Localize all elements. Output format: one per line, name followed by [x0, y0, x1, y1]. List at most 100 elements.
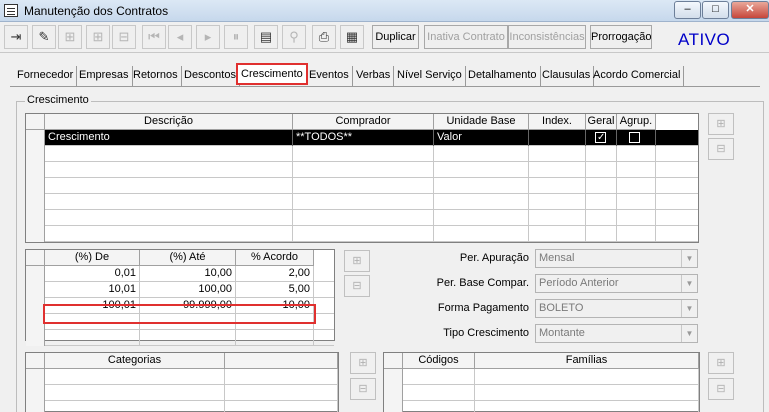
table-row[interactable] — [26, 369, 338, 385]
table-row[interactable] — [384, 369, 699, 385]
per-apuracao-select[interactable]: Mensal ▼ — [535, 249, 698, 268]
grid-delete-button[interactable]: ⊟ — [708, 138, 734, 160]
table-row[interactable] — [384, 385, 699, 401]
table-cell[interactable] — [617, 226, 656, 242]
table-cell[interactable] — [586, 226, 617, 242]
categorias-grid[interactable]: Categorias — [25, 352, 339, 412]
range-insert-button[interactable]: ⊞ — [344, 250, 370, 272]
table-cell[interactable] — [45, 210, 293, 226]
table-cell[interactable] — [586, 178, 617, 194]
table-cell[interactable] — [586, 130, 617, 146]
categorias-insert-button[interactable]: ⊞ — [350, 352, 376, 374]
first-record-icon[interactable]: ⏮ — [142, 25, 166, 49]
table-row[interactable]: Crescimento **TODOS** Valor — [26, 130, 698, 146]
table-cell[interactable]: 10,00 — [140, 266, 236, 282]
table-cell[interactable] — [45, 330, 140, 346]
row-indicator[interactable] — [26, 385, 45, 401]
table-cell[interactable] — [475, 401, 699, 412]
duplicar-button[interactable]: Duplicar — [372, 25, 419, 49]
chevron-down-icon[interactable]: ▼ — [681, 250, 697, 267]
prorrogacao-button[interactable]: Prorrogação — [590, 25, 652, 49]
row-indicator[interactable] — [26, 226, 45, 242]
table-cell[interactable] — [225, 401, 338, 412]
tab-crescimento[interactable]: Crescimento — [236, 63, 308, 85]
calendar-icon[interactable]: ▦ — [340, 25, 364, 49]
edit-icon[interactable]: ✎ — [32, 25, 56, 49]
table-cell[interactable] — [293, 210, 434, 226]
column-header[interactable]: Categorias — [45, 353, 225, 369]
table-cell[interactable] — [293, 146, 434, 162]
crescimento-grid[interactable]: Descrição Comprador Unidade Base Index. Gera… — [25, 113, 699, 243]
table-cell[interactable] — [403, 385, 475, 401]
table-cell[interactable] — [45, 194, 293, 210]
chevron-down-icon[interactable]: ▼ — [681, 300, 697, 317]
table-cell[interactable]: 0,01 — [45, 266, 140, 282]
table-cell[interactable] — [434, 194, 529, 210]
table-cell[interactable] — [617, 178, 656, 194]
prev-record-icon[interactable]: ◂ — [168, 25, 192, 49]
table-cell[interactable]: Crescimento — [45, 130, 293, 146]
table-cell[interactable] — [45, 146, 293, 162]
column-header[interactable] — [225, 353, 338, 369]
table-row[interactable] — [26, 385, 338, 401]
inativa-contrato-button[interactable]: Inativa Contrato — [424, 25, 508, 49]
row-indicator[interactable] — [26, 369, 45, 385]
row-indicator[interactable] — [26, 130, 45, 146]
row-indicator[interactable] — [26, 401, 45, 412]
table-cell[interactable] — [586, 162, 617, 178]
range-delete-button[interactable]: ⊟ — [344, 275, 370, 297]
table-cell[interactable] — [140, 330, 236, 346]
table-cell[interactable] — [403, 369, 475, 385]
column-header[interactable]: Unidade Base — [434, 114, 529, 130]
column-header[interactable]: Geral — [586, 114, 617, 130]
row-indicator[interactable] — [26, 210, 45, 226]
table-cell[interactable] — [529, 130, 586, 146]
per-base-compar-select[interactable]: Período Anterior ▼ — [535, 274, 698, 293]
list-icon[interactable]: ▤ — [254, 25, 278, 49]
table-cell[interactable] — [45, 401, 225, 412]
row-indicator[interactable] — [26, 282, 45, 298]
row-indicator[interactable] — [26, 178, 45, 194]
close-button[interactable]: ✕ — [731, 1, 769, 19]
range-grid[interactable]: (%) De (%) Até% Acordo 0,01 10,00 2,00 10,01 1… — [25, 249, 335, 346]
tab-acordo-comercial[interactable]: Acordo Comercial — [590, 66, 685, 86]
table-cell[interactable] — [475, 369, 699, 385]
row-indicator[interactable] — [26, 194, 45, 210]
table-row[interactable] — [26, 226, 698, 242]
table-cell[interactable]: Valor — [434, 130, 529, 146]
table-cell[interactable] — [45, 226, 293, 242]
table-cell[interactable] — [529, 162, 586, 178]
table-cell[interactable]: 100,00 — [140, 282, 236, 298]
row-indicator[interactable] — [26, 330, 45, 346]
table-cell[interactable] — [293, 194, 434, 210]
tab-nivel-servico[interactable]: Nível Serviço — [394, 66, 466, 86]
row-indicator[interactable] — [384, 401, 403, 412]
maximize-button[interactable]: □ — [702, 1, 729, 19]
next-record-icon[interactable]: ▸ — [196, 25, 220, 49]
table-cell[interactable] — [293, 162, 434, 178]
table-cell[interactable]: 2,00 — [236, 266, 314, 282]
table-cell[interactable] — [475, 385, 699, 401]
table-cell[interactable] — [45, 162, 293, 178]
table-cell[interactable] — [529, 226, 586, 242]
minimize-button[interactable]: – — [674, 1, 701, 19]
table-cell[interactable] — [434, 226, 529, 242]
table-row[interactable] — [26, 194, 698, 210]
table-cell[interactable] — [617, 130, 656, 146]
tab-empresas[interactable]: Empresas — [76, 66, 133, 86]
insert-after-icon[interactable]: ⊞ — [86, 25, 110, 49]
table-cell[interactable] — [529, 178, 586, 194]
column-header[interactable]: Agrup. — [617, 114, 656, 130]
table-cell[interactable]: 10,01 — [45, 282, 140, 298]
table-cell[interactable] — [434, 162, 529, 178]
table-row[interactable] — [26, 210, 698, 226]
table-cell[interactable] — [293, 178, 434, 194]
table-cell[interactable] — [529, 146, 586, 162]
row-indicator[interactable] — [384, 385, 403, 401]
table-cell[interactable] — [586, 146, 617, 162]
grid-insert-button[interactable]: ⊞ — [708, 113, 734, 135]
table-cell[interactable] — [586, 210, 617, 226]
column-header[interactable]: (%) Até — [140, 250, 236, 266]
table-cell[interactable]: 5,00 — [236, 282, 314, 298]
column-header[interactable]: Códigos — [403, 353, 475, 369]
